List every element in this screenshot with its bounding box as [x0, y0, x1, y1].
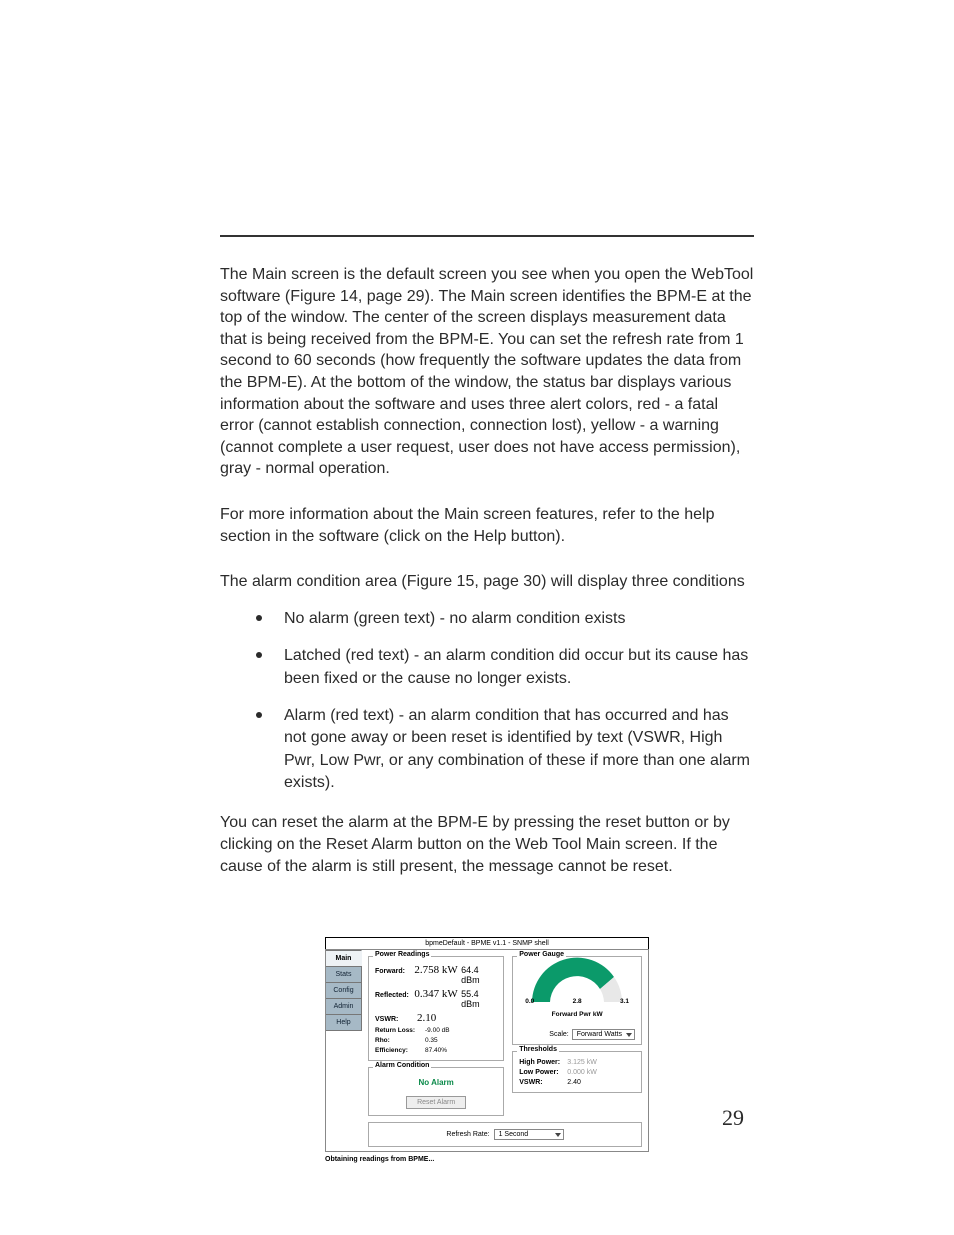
panel-power-gauge: Power Gauge 0.0 2.8 3.1: [512, 956, 642, 1045]
gauge-tick-0: 0.0: [525, 998, 534, 1005]
forward-value: 2.758 kW: [414, 964, 461, 976]
panel-title-readings: Power Readings: [373, 951, 431, 958]
rho-value: 0.35: [425, 1037, 438, 1044]
page-number: 29: [722, 1105, 744, 1131]
reset-alarm-button[interactable]: Reset Alarm: [406, 1096, 466, 1109]
th-vswr-value: 2.40: [567, 1079, 581, 1086]
forward-db: 64.4 dBm: [461, 965, 497, 985]
panel-thresholds: Thresholds High Power: 3.125 kW Low Powe…: [512, 1051, 642, 1093]
eff-label: Efficiency:: [375, 1047, 425, 1054]
vswr-value: 2.10: [417, 1012, 467, 1024]
alarm-status-text: No Alarm: [375, 1078, 497, 1087]
status-bar: Obtaining readings from BPME...: [325, 1156, 649, 1163]
rho-label: Rho:: [375, 1037, 425, 1044]
alarm-conditions-list: No alarm (green text) - no alarm conditi…: [274, 603, 754, 795]
refresh-label: Refresh Rate:: [446, 1131, 489, 1138]
app-body: Main Stats Config Admin Help Power Readi…: [325, 949, 649, 1152]
scale-select[interactable]: Forward Watts: [572, 1029, 635, 1040]
paragraph-main-overview: The Main screen is the default screen yo…: [220, 264, 754, 480]
gauge-tick-1: 2.8: [573, 998, 582, 1005]
high-power-value: 3.125 kW: [567, 1059, 597, 1066]
tab-help[interactable]: Help: [326, 1014, 362, 1031]
page: The Main screen is the default screen yo…: [0, 0, 954, 1235]
panel-title-alarm: Alarm Condition: [373, 1062, 431, 1069]
gauge-axis-label: Forward Pwr kW: [519, 1011, 635, 1018]
th-vswr-label: VSWR:: [519, 1079, 567, 1086]
low-power-value: 0.000 kW: [567, 1069, 597, 1076]
eff-value: 87.40%: [425, 1047, 447, 1054]
alarm-condition-alarm: Alarm (red text) - an alarm condition th…: [274, 700, 754, 795]
paragraph-reset-alarm: You can reset the alarm at the BPM-E by …: [220, 812, 754, 877]
alarm-condition-latched: Latched (red text) - an alarm condition …: [274, 640, 754, 690]
reflected-label: Reflected:: [375, 992, 414, 999]
reflected-value: 0.347 kW: [414, 988, 461, 1000]
figure-webtool-main: bpmeDefault - BPME v1.1 - SNMP shell Mai…: [325, 937, 649, 1163]
refresh-select[interactable]: 1 Second: [494, 1129, 564, 1140]
rloss-label: Return Loss:: [375, 1027, 425, 1034]
tab-config[interactable]: Config: [326, 982, 362, 999]
gauge: 0.0 2.8 3.1 Forward Pwr kW: [519, 961, 635, 1021]
vswr-label: VSWR:: [375, 1016, 417, 1023]
app-window-title: bpmeDefault - BPME v1.1 - SNMP shell: [325, 937, 649, 949]
reflected-db: 55.4 dBm: [461, 989, 497, 1009]
forward-label: Forward:: [375, 968, 414, 975]
scale-label: Scale:: [549, 1031, 568, 1038]
content-area: Power Readings Forward: 2.758 kW 64.4 dB…: [362, 950, 648, 1151]
panel-alarm-condition: Alarm Condition No Alarm Reset Alarm: [368, 1067, 504, 1116]
alarm-condition-noalarm: No alarm (green text) - no alarm conditi…: [274, 603, 754, 630]
paragraph-alarm-intro: The alarm condition area (Figure 15, pag…: [220, 571, 754, 593]
tab-main[interactable]: Main: [326, 950, 362, 967]
high-power-label: High Power:: [519, 1059, 567, 1066]
tab-admin[interactable]: Admin: [326, 998, 362, 1015]
panel-title-thresholds: Thresholds: [517, 1046, 559, 1053]
gauge-tick-2: 3.1: [620, 998, 629, 1005]
panel-refresh: Refresh Rate: 1 Second: [368, 1122, 642, 1147]
paragraph-help-ref: For more information about the Main scre…: [220, 504, 754, 547]
rloss-value: -9.00 dB: [425, 1027, 450, 1034]
tab-stats[interactable]: Stats: [326, 966, 362, 983]
sidebar-tabs: Main Stats Config Admin Help: [326, 950, 362, 1151]
panel-power-readings: Power Readings Forward: 2.758 kW 64.4 dB…: [368, 956, 504, 1061]
low-power-label: Low Power:: [519, 1069, 567, 1076]
